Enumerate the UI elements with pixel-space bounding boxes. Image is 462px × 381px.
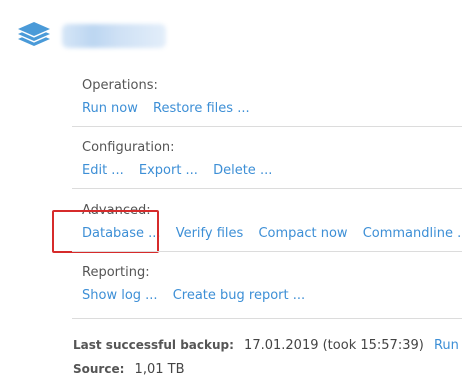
source-label: Source: (73, 362, 125, 376)
configuration-title: Configuration: (82, 140, 175, 155)
operations-section: Operations: Run now Restore files ... (82, 78, 261, 118)
delete-link[interactable]: Delete ... (213, 163, 272, 178)
backup-header (16, 16, 166, 56)
show-log-link[interactable]: Show log ... (82, 288, 158, 303)
verify-files-link[interactable]: Verify files (176, 226, 244, 241)
reporting-section: Reporting: Show log ... Create bug repor… (82, 265, 316, 305)
stack-layers-icon (18, 22, 50, 46)
source-row: Source: 1,01 TB (73, 361, 184, 378)
run-now-link[interactable]: Run now (82, 101, 138, 116)
last-backup-row: Last successful backup: 17.01.2019 (took… (73, 337, 462, 354)
database-highlight-box (52, 210, 159, 253)
compact-now-link[interactable]: Compact now (258, 226, 347, 241)
restore-files-link[interactable]: Restore files ... (153, 101, 250, 116)
reporting-title: Reporting: (82, 265, 150, 280)
operations-title: Operations: (82, 78, 158, 93)
divider (72, 126, 462, 127)
configuration-section: Configuration: Edit ... Export ... Delet… (82, 140, 283, 180)
source-value: 1,01 TB (134, 362, 185, 377)
last-backup-label: Last successful backup: (73, 338, 234, 352)
edit-link[interactable]: Edit ... (82, 163, 124, 178)
divider (72, 188, 462, 189)
divider (72, 318, 462, 319)
divider (72, 251, 462, 252)
run-now-info-link[interactable]: Run no (434, 338, 462, 353)
export-link[interactable]: Export ... (139, 163, 198, 178)
create-bug-report-link[interactable]: Create bug report ... (173, 288, 305, 303)
commandline-link[interactable]: Commandline ... (363, 226, 462, 241)
backup-name-blurred (62, 24, 166, 48)
last-backup-value: 17.01.2019 (took 15:57:39) (244, 338, 424, 353)
